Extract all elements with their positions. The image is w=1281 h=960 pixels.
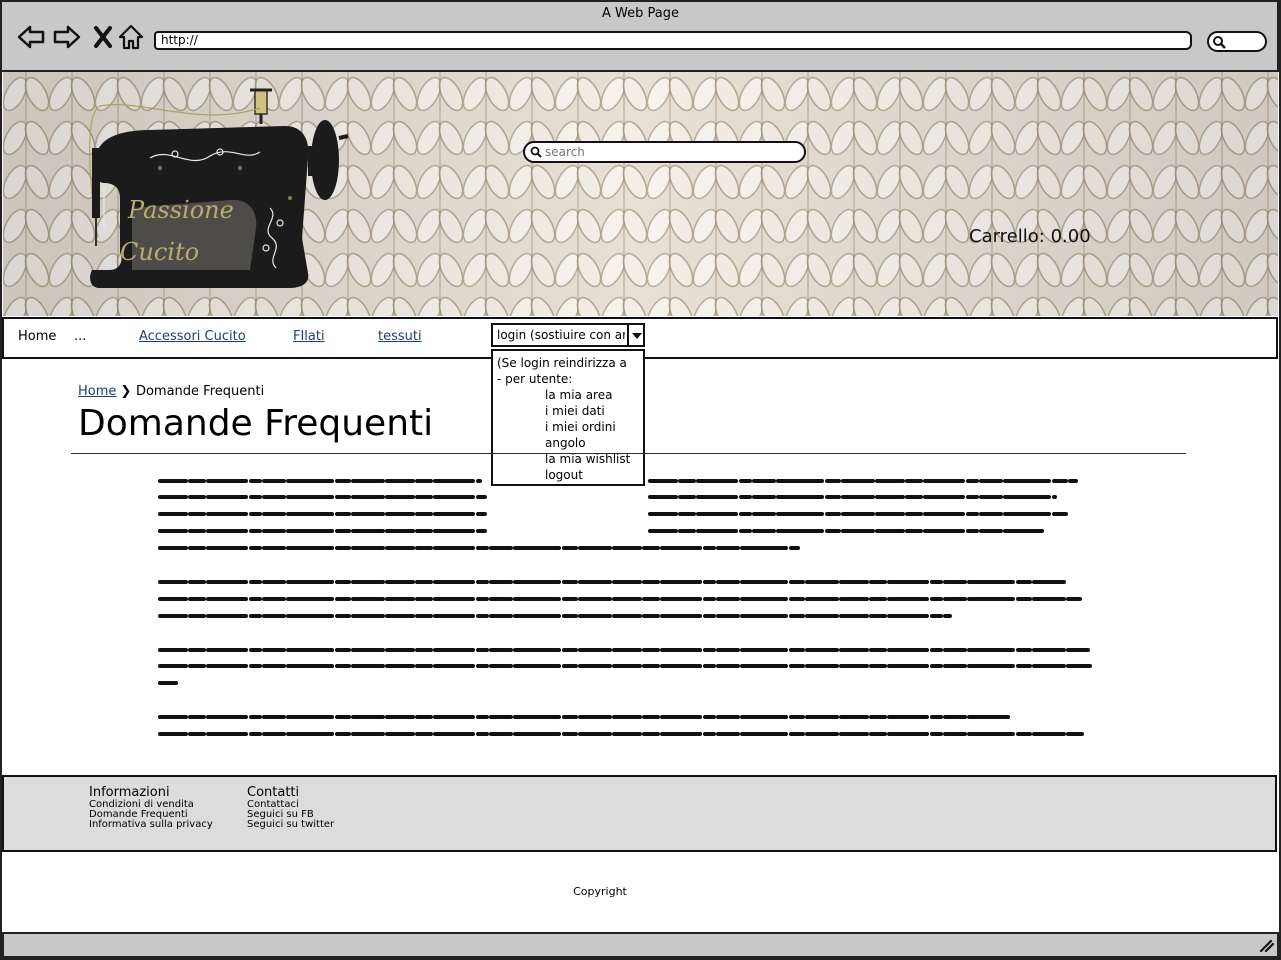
chevron-right-icon: ❯: [120, 384, 136, 399]
url-text: http://: [161, 33, 198, 47]
menu-item-la-mia-area[interactable]: la mia area: [545, 388, 612, 402]
browser-search-field[interactable]: [1207, 31, 1267, 52]
menu-item-i-miei-ordini[interactable]: i miei ordini: [545, 420, 616, 434]
url-bar[interactable]: http://: [154, 31, 1192, 50]
breadcrumb-home[interactable]: Home: [78, 384, 116, 399]
menu-item-angolo[interactable]: angolo: [545, 436, 586, 450]
nav-more[interactable]: ...: [74, 329, 86, 344]
logo-text-line2: Cucito: [120, 238, 199, 266]
footer-column-informazioni: Informazioni Condizioni di vendita Doman…: [89, 785, 213, 830]
forward-arrow-icon[interactable]: [52, 22, 82, 52]
cart-total[interactable]: Carrello: 0.00: [969, 226, 1091, 247]
browser-status-bar: [2, 932, 1279, 958]
login-dropdown-select[interactable]: login (sostiuire con area: [491, 323, 645, 347]
breadcrumb-current: Domande Frequenti: [135, 384, 265, 399]
page-title: Domande Frequenti: [78, 403, 434, 444]
footer-heading: Contatti: [247, 785, 300, 800]
menu-item-wishlist[interactable]: la mia wishlist: [545, 452, 630, 466]
nav-home[interactable]: Home: [18, 329, 56, 344]
search-input[interactable]: [545, 143, 785, 161]
dropdown-note: - per utente:: [497, 372, 573, 386]
logo-text-line1: Passione: [127, 196, 234, 224]
back-arrow-icon[interactable]: [16, 22, 46, 52]
placeholder-text-paragraphs: [158, 479, 1092, 736]
copyright-text: Copyright: [573, 885, 627, 898]
window-title: A Web Page: [602, 6, 679, 21]
site-search-box[interactable]: [523, 141, 806, 163]
dropdown-note: (Se login reindirizza a: [497, 356, 627, 370]
nav-filati[interactable]: FIlati: [293, 329, 325, 344]
home-icon[interactable]: [116, 22, 146, 52]
sewing-machine-logo[interactable]: Passione Cucito: [80, 88, 352, 294]
footer-link-privacy[interactable]: Informativa sulla privacy: [89, 820, 213, 830]
title-divider: [71, 453, 1186, 454]
nav-tessuti[interactable]: tessuti: [378, 329, 422, 344]
login-select-value: login (sostiuire con area: [497, 328, 625, 342]
search-icon: [530, 146, 542, 158]
chevron-down-icon[interactable]: [627, 325, 643, 345]
breadcrumb: Home ❯ Domande Frequenti: [78, 384, 264, 399]
footer-heading: Informazioni: [89, 785, 170, 800]
nav-accessori-cucito[interactable]: Accessori Cucito: [139, 329, 246, 344]
search-icon: [1213, 36, 1226, 49]
footer-link-twitter[interactable]: Seguici su twitter: [247, 820, 334, 830]
login-dropdown-menu: (Se login reindirizza a - per utente: la…: [491, 349, 645, 486]
menu-item-i-miei-dati[interactable]: i miei dati: [545, 404, 605, 418]
resize-grip-icon[interactable]: [1257, 937, 1275, 953]
footer-column-contatti: Contatti Contattaci Seguici su FB Seguic…: [247, 785, 334, 830]
close-x-icon[interactable]: [88, 22, 118, 52]
